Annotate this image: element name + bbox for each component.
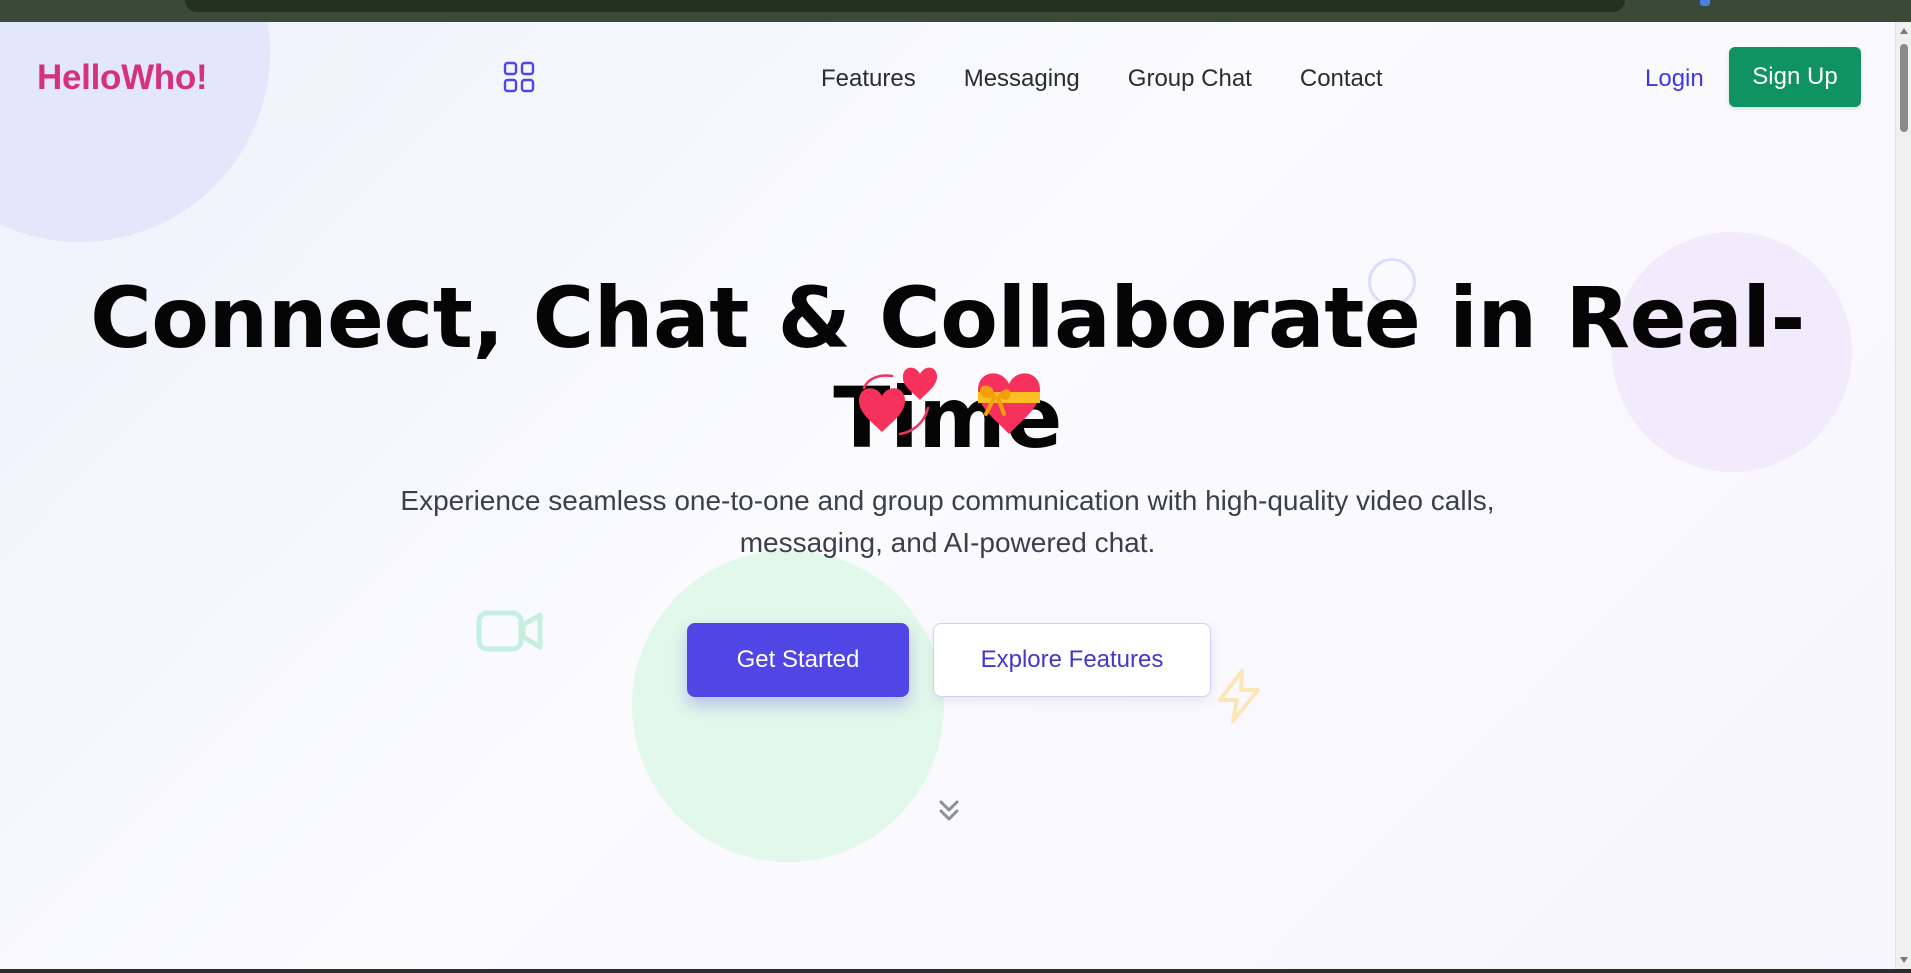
hero-section: Connect, Chat & Collaborate in Real-Time… bbox=[0, 22, 1895, 947]
scroll-down-arrow-icon[interactable] bbox=[1900, 957, 1908, 963]
hero-subtitle: Experience seamless one-to-one and group… bbox=[400, 485, 1495, 558]
explore-features-button[interactable]: Explore Features bbox=[933, 623, 1211, 697]
browser-chrome-bar bbox=[0, 0, 1911, 22]
scrollbar-thumb[interactable] bbox=[1900, 44, 1908, 132]
hero-emojis bbox=[858, 367, 1040, 436]
vertical-scrollbar[interactable] bbox=[1895, 22, 1911, 969]
landing-page: HelloWho! Features Messaging Group Chat … bbox=[0, 22, 1895, 969]
get-started-button[interactable]: Get Started bbox=[687, 623, 909, 697]
chevrons-down-icon[interactable] bbox=[936, 796, 962, 826]
extension-icon[interactable] bbox=[1700, 0, 1710, 6]
two-hearts-icon bbox=[858, 367, 938, 436]
browser-tab-strip bbox=[185, 0, 1625, 12]
window-bottom-edge bbox=[0, 969, 1911, 973]
heart-with-ribbon-icon bbox=[978, 373, 1040, 434]
scroll-up-arrow-icon[interactable] bbox=[1900, 28, 1908, 34]
